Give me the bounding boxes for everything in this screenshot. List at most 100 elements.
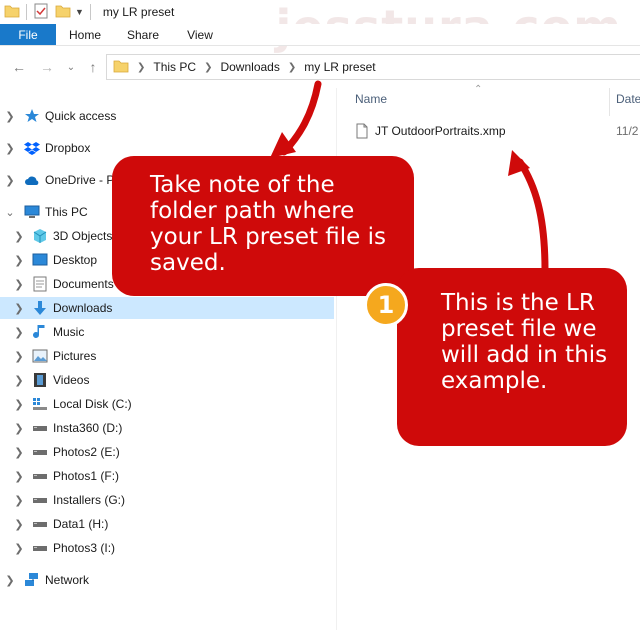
- chevron-right-icon[interactable]: ❯: [13, 326, 25, 339]
- navigation-bar: ← → ⌄ ↑ ❯ This PC ❯ Downloads ❯ my LR pr…: [0, 46, 640, 88]
- chevron-right-icon[interactable]: ❯: [13, 518, 25, 531]
- sidebar-item-label: Documents: [53, 277, 114, 291]
- sidebar-item-data1-h[interactable]: ❯ Data1 (H:): [0, 513, 334, 535]
- arrow-head-file: [508, 150, 530, 176]
- callout-preset-file: This is the LR preset file we will add i…: [397, 268, 627, 446]
- sidebar-item-label: Photos3 (I:): [53, 541, 116, 555]
- sidebar-item-label: Quick access: [45, 109, 117, 123]
- sidebar-item-insta360-d[interactable]: ❯ Insta360 (D:): [0, 417, 334, 439]
- sidebar-item-music[interactable]: ❯ Music: [0, 321, 334, 343]
- breadcrumb-this-pc[interactable]: This PC: [153, 60, 196, 74]
- dropbox-icon: [24, 140, 40, 156]
- chevron-right-icon[interactable]: ❯: [13, 230, 25, 243]
- sidebar-item-label: Insta360 (D:): [53, 421, 123, 435]
- sidebar-item-videos[interactable]: ❯ Videos: [0, 369, 334, 391]
- sidebar-item-label: This PC: [45, 205, 88, 219]
- file-row[interactable]: JT OutdoorPortraits.xmp 11/2: [350, 120, 640, 142]
- arrow-to-file: [516, 158, 549, 274]
- chevron-right-icon[interactable]: ❯: [13, 494, 25, 507]
- chevron-right-icon[interactable]: ❯: [4, 110, 16, 123]
- chevron-right-icon[interactable]: ❯: [4, 174, 16, 187]
- address-bar[interactable]: ❯ This PC ❯ Downloads ❯ my LR preset: [106, 54, 640, 80]
- sidebar-item-label: Dropbox: [45, 141, 91, 155]
- chevron-right-icon[interactable]: ❯: [204, 62, 212, 73]
- file-date: 11/2: [616, 124, 639, 138]
- sidebar-item-label: Local Disk (C:): [53, 397, 132, 411]
- sidebar-item-label: Data1 (H:): [53, 517, 109, 531]
- chevron-right-icon[interactable]: ❯: [13, 350, 25, 363]
- chevron-right-icon[interactable]: ❯: [137, 62, 145, 73]
- breadcrumb-downloads[interactable]: Downloads: [220, 60, 279, 74]
- column-header-date[interactable]: Date: [616, 92, 640, 106]
- sidebar-item-label: Music: [53, 325, 85, 339]
- film-icon: [32, 372, 48, 388]
- computer-icon: [24, 204, 40, 220]
- folder-icon[interactable]: [4, 4, 20, 21]
- music-note-icon: [32, 324, 48, 340]
- sidebar-item-photos1-f[interactable]: ❯ Photos1 (F:): [0, 465, 334, 487]
- tab-file[interactable]: File: [0, 24, 56, 45]
- chevron-right-icon[interactable]: ❯: [13, 254, 25, 267]
- tab-home[interactable]: Home: [56, 24, 114, 45]
- drive-icon: [32, 516, 48, 532]
- sidebar-item-label: Photos2 (E:): [53, 445, 120, 459]
- sidebar-item-downloads[interactable]: ❯ Downloads: [0, 297, 334, 319]
- customize-toolbar-icon[interactable]: ▼: [75, 7, 84, 17]
- chevron-right-icon[interactable]: ❯: [4, 574, 16, 587]
- ribbon-tabs: File Home Share View: [0, 24, 640, 46]
- chevron-right-icon[interactable]: ❯: [13, 542, 25, 555]
- sidebar-item-network[interactable]: ❯ Network: [0, 569, 334, 591]
- sidebar-item-label: Network: [45, 573, 90, 587]
- title-bar: ▼ my LR preset: [0, 0, 640, 24]
- sidebar-item-installers-g[interactable]: ❯ Installers (G:): [0, 489, 334, 511]
- sidebar-item-pictures[interactable]: ❯ Pictures: [0, 345, 334, 367]
- chevron-right-icon[interactable]: ❯: [13, 374, 25, 387]
- chevron-right-icon[interactable]: ❯: [13, 398, 25, 411]
- folder-icon: [113, 59, 129, 76]
- chevron-right-icon[interactable]: ❯: [13, 422, 25, 435]
- column-divider[interactable]: [609, 88, 610, 116]
- column-header-name[interactable]: Name: [355, 92, 387, 106]
- sidebar-item-quick-access[interactable]: ❯ Quick access: [0, 105, 334, 127]
- back-arrow-icon[interactable]: ←: [8, 56, 30, 78]
- chevron-right-icon[interactable]: ❯: [288, 62, 296, 73]
- chevron-right-icon[interactable]: ❯: [13, 470, 25, 483]
- forward-arrow-icon[interactable]: →: [36, 56, 58, 78]
- tab-share[interactable]: Share: [114, 24, 172, 45]
- file-icon: [356, 123, 368, 139]
- sidebar-item-label: Pictures: [53, 349, 97, 363]
- chevron-right-icon[interactable]: ❯: [13, 446, 25, 459]
- step-number-badge: 1: [364, 283, 408, 327]
- sidebar-item-local-disk-c[interactable]: ❯ Local Disk (C:): [0, 393, 334, 415]
- sidebar-item-label: Photos1 (F:): [53, 469, 120, 483]
- cloud-icon: [24, 172, 40, 188]
- properties-icon[interactable]: [33, 3, 49, 22]
- sidebar-item-photos3-i[interactable]: ❯ Photos3 (I:): [0, 537, 334, 559]
- quick-access-toolbar: ▼: [4, 3, 97, 22]
- sidebar-item-label: 3D Objects: [53, 229, 113, 243]
- window-title: my LR preset: [102, 5, 175, 19]
- recent-locations-chevron-icon[interactable]: ⌄: [60, 56, 82, 78]
- breadcrumb-my-lr-preset[interactable]: my LR preset: [304, 60, 375, 74]
- tab-view[interactable]: View: [172, 24, 228, 45]
- sidebar-item-photos2-e[interactable]: ❯ Photos2 (E:): [0, 441, 334, 463]
- chevron-right-icon[interactable]: ❯: [13, 302, 25, 315]
- drive-icon: [32, 420, 48, 436]
- sidebar-item-label: Desktop: [53, 253, 98, 267]
- up-arrow-icon[interactable]: ↑: [82, 56, 104, 78]
- chevron-right-icon[interactable]: ❯: [13, 278, 25, 291]
- download-arrow-icon: [32, 300, 48, 316]
- drive-icon: [32, 468, 48, 484]
- sidebar-item-label: Installers (G:): [53, 493, 126, 507]
- cube-icon: [32, 228, 48, 244]
- chevron-down-icon[interactable]: ⌄: [4, 206, 16, 219]
- new-folder-icon[interactable]: [55, 4, 71, 21]
- document-icon: [32, 276, 48, 292]
- drive-icon: [32, 492, 48, 508]
- network-icon: [24, 572, 40, 588]
- star-icon: [24, 108, 40, 124]
- windows-drive-icon: [32, 396, 48, 412]
- desktop-icon: [32, 252, 48, 268]
- chevron-right-icon[interactable]: ❯: [4, 142, 16, 155]
- file-name: JT OutdoorPortraits.xmp: [375, 124, 506, 138]
